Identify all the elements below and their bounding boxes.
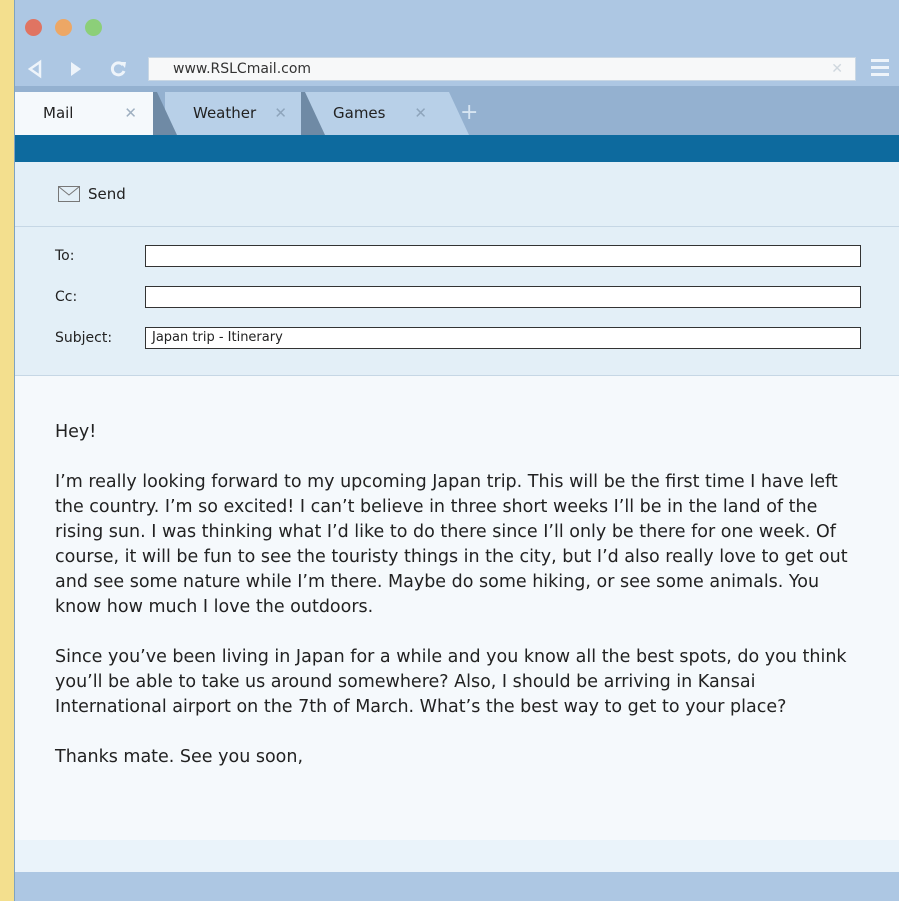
navigation-bar: www.RSLCmail.com ✕ — [15, 52, 899, 86]
title-bar — [15, 0, 899, 52]
back-arrow-icon[interactable] — [25, 58, 47, 80]
tab-edge — [153, 92, 177, 135]
tab-label: Games — [333, 104, 386, 122]
cc-label: Cc: — [55, 289, 78, 305]
cc-field[interactable] — [145, 286, 861, 308]
to-row: To: — [55, 245, 875, 271]
tab-edge — [301, 92, 325, 135]
new-tab-button[interactable]: + — [460, 100, 478, 125]
body-paragraph-1: I’m really looking forward to my upcomin… — [55, 472, 848, 617]
email-body[interactable]: Hey! I’m really looking forward to my up… — [15, 376, 899, 840]
signoff: Thanks mate. See you soon, — [55, 747, 304, 767]
envelope-icon — [58, 186, 80, 202]
browser-window: www.RSLCmail.com ✕ Games ✕ Weather ✕ Mai… — [14, 0, 899, 901]
minimize-window-button[interactable] — [55, 19, 72, 36]
tab-label: Weather — [193, 104, 257, 122]
send-button[interactable]: Send — [58, 182, 126, 206]
close-tab-icon[interactable]: ✕ — [414, 92, 427, 135]
app-header-band — [15, 135, 899, 162]
body-paragraph-2: Since you’ve been living in Japan for a … — [55, 647, 847, 717]
close-window-button[interactable] — [25, 19, 42, 36]
email-body-text: Hey! I’m really looking forward to my up… — [55, 420, 865, 795]
subject-label: Subject: — [55, 330, 113, 346]
tab-games[interactable]: Games ✕ — [305, 92, 445, 135]
tab-mail[interactable]: Mail ✕ — [15, 92, 155, 135]
mail-toolbar: Send — [15, 162, 899, 227]
maximize-window-button[interactable] — [85, 19, 102, 36]
url-text: www.RSLCmail.com — [173, 61, 312, 77]
greeting: Hey! — [55, 422, 97, 442]
url-bar[interactable]: www.RSLCmail.com ✕ — [148, 57, 856, 81]
menu-icon[interactable] — [871, 59, 889, 79]
send-label: Send — [88, 185, 126, 203]
close-tab-icon[interactable]: ✕ — [124, 92, 137, 135]
tab-weather[interactable]: Weather ✕ — [165, 92, 305, 135]
reload-icon[interactable] — [107, 58, 129, 80]
cc-row: Cc: — [55, 286, 875, 312]
to-label: To: — [55, 248, 75, 264]
clear-url-icon[interactable]: ✕ — [831, 58, 843, 80]
subject-row: Subject: Japan trip - Itinerary — [55, 327, 875, 353]
subject-field[interactable]: Japan trip - Itinerary — [145, 327, 861, 349]
email-headers: To: Cc: Subject: Japan trip - Itinerary — [15, 227, 899, 376]
forward-arrow-icon[interactable] — [65, 58, 87, 80]
to-field[interactable] — [145, 245, 861, 267]
close-tab-icon[interactable]: ✕ — [274, 92, 287, 135]
status-bar — [15, 872, 899, 901]
tab-label: Mail — [43, 104, 74, 122]
tab-bar: Games ✕ Weather ✕ Mail ✕ + — [15, 86, 899, 135]
